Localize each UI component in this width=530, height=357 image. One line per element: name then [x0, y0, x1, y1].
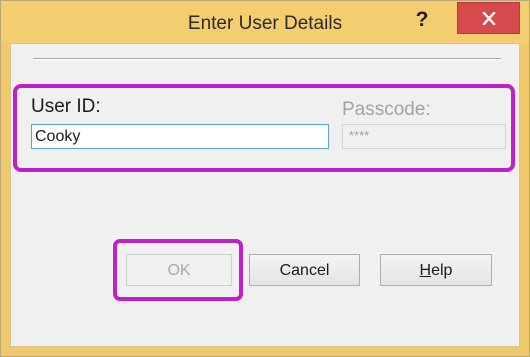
dialog-title: Enter User Details — [187, 13, 343, 34]
separator-line — [33, 58, 501, 59]
help-label-rest: elp — [431, 262, 453, 279]
close-button[interactable] — [457, 2, 520, 34]
cancel-button[interactable]: Cancel — [249, 254, 360, 286]
passcode-input[interactable]: **** — [342, 124, 506, 149]
help-icon[interactable]: ? — [407, 6, 437, 34]
dialog-window: Enter User Details ? — [0, 0, 530, 357]
passcode-label: Passcode: — [342, 99, 431, 120]
ok-highlight-box — [113, 239, 243, 301]
help-button[interactable]: Help — [380, 254, 492, 286]
user-id-input[interactable]: Cooky — [31, 124, 329, 149]
close-icon — [482, 12, 496, 25]
user-id-label: User ID: — [31, 96, 101, 117]
title-bar[interactable]: Enter User Details ? — [1, 1, 529, 43]
help-mnemonic: H — [419, 262, 432, 279]
